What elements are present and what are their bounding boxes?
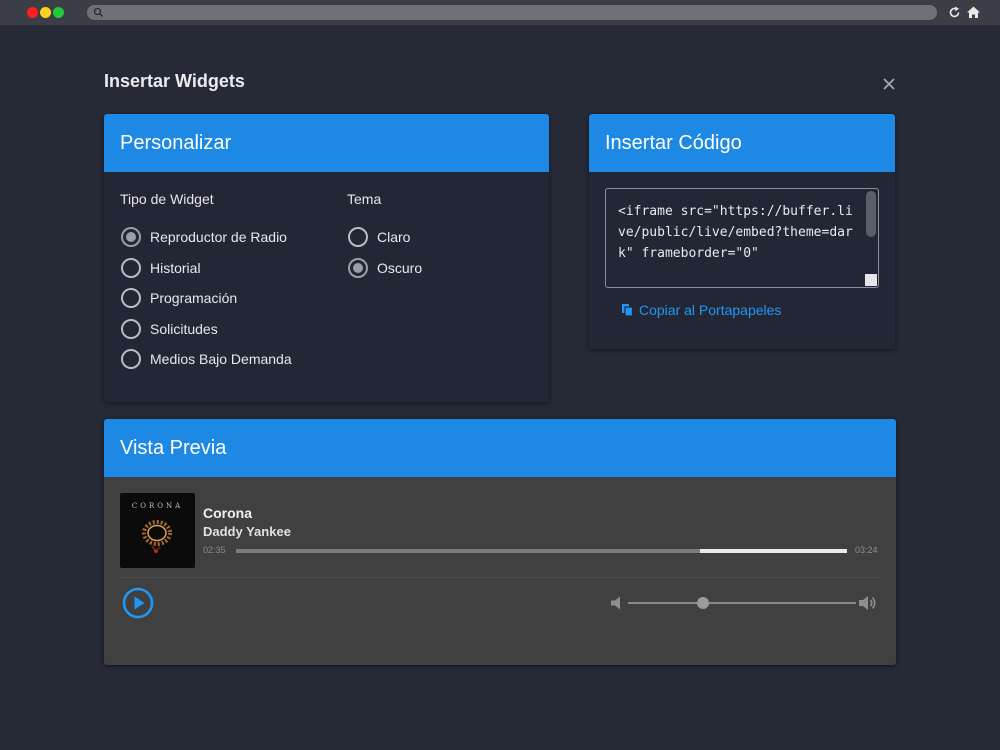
widget-type-option-label: Medios Bajo Demanda: [150, 351, 292, 367]
crown-artwork-icon: [142, 520, 172, 553]
widget-type-option[interactable]: Historial: [121, 257, 201, 278]
widget-type-option[interactable]: Solicitudes: [121, 318, 218, 339]
code-scrollbar[interactable]: [866, 191, 876, 237]
duration-time: 03:24: [855, 545, 878, 555]
copy-icon: [622, 304, 634, 317]
search-icon: [93, 7, 103, 17]
volume-mute-icon[interactable]: [609, 595, 623, 611]
volume-slider[interactable]: [628, 602, 856, 604]
widget-type-option-label: Solicitudes: [150, 320, 218, 337]
embed-code-text: <iframe src="https://buffer.live/public/…: [618, 204, 853, 261]
embed-card: Insertar Código <iframe src="https://buf…: [589, 114, 895, 349]
progress-buffered: [700, 549, 847, 553]
theme-option[interactable]: Oscuro: [348, 257, 423, 278]
radio-checked-icon[interactable]: [348, 257, 368, 278]
customize-card: Personalizar Tipo de Widget Reproductor …: [104, 114, 549, 402]
radio-unchecked-icon[interactable]: [121, 318, 141, 339]
dialog-title: Insertar Widgets: [104, 71, 245, 91]
progress-bar[interactable]: [236, 549, 847, 553]
widget-type-option-label: Reproductor de Radio: [150, 229, 287, 245]
play-icon[interactable]: [122, 587, 154, 619]
track-title: Corona: [203, 505, 252, 521]
radio-unchecked-icon[interactable]: [121, 257, 141, 278]
track-artist: Daddy Yankee: [203, 524, 291, 539]
window-maximize-dot[interactable]: [53, 7, 64, 18]
embed-code-textarea[interactable]: <iframe src="https://buffer.live/public/…: [605, 188, 879, 288]
volume-slider-knob[interactable]: [697, 597, 710, 609]
volume-up-icon[interactable]: [858, 594, 878, 612]
radio-checked-icon[interactable]: [121, 227, 141, 247]
progress-played: [236, 549, 701, 553]
home-icon[interactable]: [966, 5, 981, 20]
theme-option-label: Oscuro: [377, 259, 423, 276]
radio-unchecked-icon[interactable]: [348, 227, 368, 247]
window-minimize-dot[interactable]: [40, 7, 51, 18]
radio-unchecked-icon[interactable]: [121, 288, 141, 308]
current-time: 02:35: [203, 545, 226, 555]
theme-label: Tema: [347, 191, 382, 207]
album-cover: CORONA: [120, 493, 195, 568]
preview-card: Vista Previa CORONA Corona Daddy Yankee …: [104, 419, 896, 665]
widget-type-option[interactable]: Reproductor de Radio: [121, 227, 287, 247]
widget-type-option-label: Historial: [150, 259, 201, 276]
address-bar[interactable]: [87, 5, 937, 20]
embed-header: Insertar Código: [589, 114, 895, 172]
window-close-dot[interactable]: [27, 7, 38, 18]
close-icon[interactable]: [880, 75, 898, 93]
browser-toolbar: [0, 0, 1000, 25]
copy-label: Copiar al Portapapeles: [639, 302, 782, 318]
resize-handle[interactable]: [865, 274, 877, 286]
widget-type-option[interactable]: Medios Bajo Demanda: [121, 349, 292, 369]
player-divider: [120, 577, 880, 578]
copy-to-clipboard-button[interactable]: Copiar al Portapapeles: [621, 302, 781, 318]
customize-header: Personalizar: [104, 114, 549, 172]
theme-option[interactable]: Claro: [348, 227, 410, 247]
widget-type-label: Tipo de Widget: [120, 191, 214, 207]
theme-option-label: Claro: [377, 229, 411, 245]
reload-icon[interactable]: [947, 5, 962, 20]
widget-type-option-label: Programación: [150, 290, 238, 306]
widget-type-option[interactable]: Programación: [121, 288, 237, 308]
radio-unchecked-icon[interactable]: [121, 349, 141, 369]
preview-header: Vista Previa: [104, 419, 896, 477]
